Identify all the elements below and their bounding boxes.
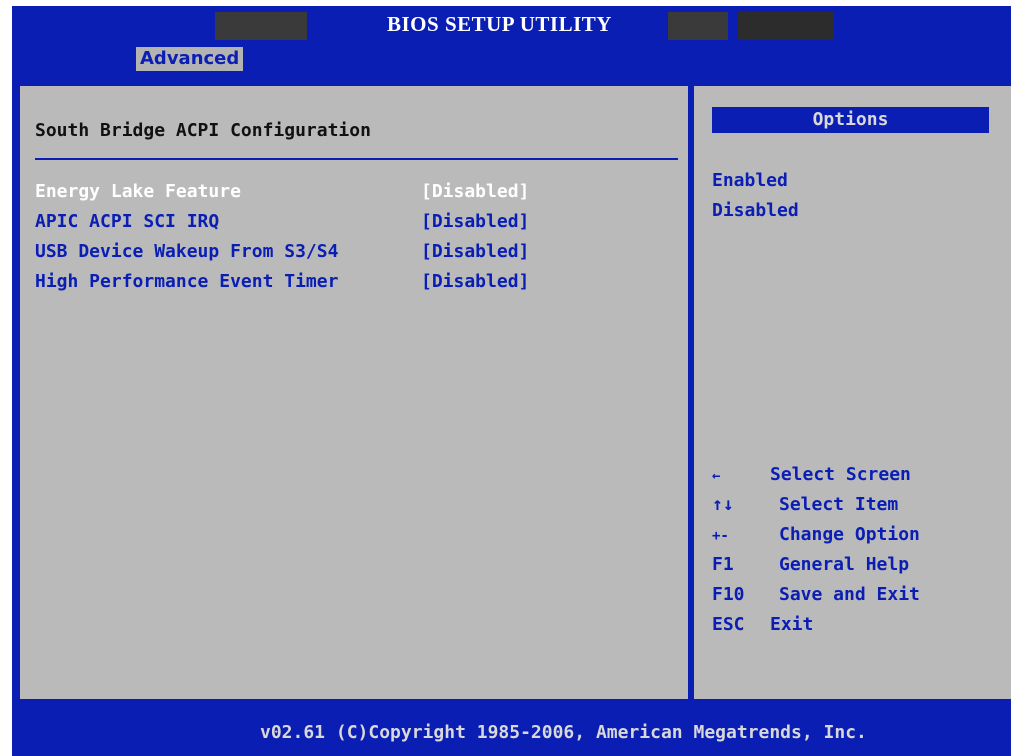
plus-minus-icon: +- bbox=[712, 528, 729, 544]
help-change-option: +- Change Option bbox=[712, 520, 920, 550]
help-save-exit: F10 Save and Exit bbox=[712, 580, 920, 610]
main-area: South Bridge ACPI Configuration Energy L… bbox=[12, 74, 1011, 714]
help-exit: ESC Exit bbox=[712, 610, 813, 640]
help-action: Select Screen bbox=[770, 464, 911, 485]
options-header: Options bbox=[712, 107, 989, 133]
help-action: Save and Exit bbox=[779, 584, 920, 605]
help-action: Select Item bbox=[779, 494, 899, 515]
tab-advanced[interactable]: Advanced bbox=[136, 47, 244, 71]
setting-value: [Disabled] bbox=[421, 181, 530, 202]
option-disabled: Disabled bbox=[712, 200, 799, 221]
section-divider bbox=[35, 158, 678, 160]
help-general-help: F1 General Help bbox=[712, 550, 909, 580]
help-key: ESC bbox=[712, 614, 745, 635]
help-key: F1 bbox=[712, 554, 734, 575]
help-key: F10 bbox=[712, 584, 745, 605]
setting-label: High Performance Event Timer bbox=[35, 271, 339, 292]
setting-label: USB Device Wakeup From S3/S4 bbox=[35, 241, 339, 262]
help-action: Exit bbox=[770, 614, 814, 635]
help-select-item: ↑↓ Select Item bbox=[712, 490, 898, 520]
window-title: BIOS SETUP UTILITY bbox=[387, 12, 612, 36]
help-panel: Options Enabled Disabled ← Select Screen … bbox=[694, 86, 1011, 699]
copyright-text: v02.61 (C)Copyright 1985-2006, American … bbox=[260, 722, 867, 743]
title-bar-block bbox=[668, 12, 728, 40]
help-action: Change Option bbox=[779, 524, 920, 545]
option-enabled: Enabled bbox=[712, 170, 788, 191]
setting-value: [Disabled] bbox=[421, 241, 530, 262]
setting-row-energy-lake[interactable]: Energy Lake Feature [Disabled] bbox=[35, 177, 529, 207]
title-bar-block bbox=[738, 12, 834, 40]
setting-value: [Disabled] bbox=[421, 211, 530, 232]
bios-screen: BIOS SETUP UTILITY Advanced South Bridge… bbox=[0, 0, 1011, 756]
setting-label: Energy Lake Feature bbox=[35, 181, 241, 202]
section-title: South Bridge ACPI Configuration bbox=[35, 120, 371, 141]
left-arrow-icon: ← bbox=[712, 468, 721, 484]
setting-row-apic-acpi-sci-irq[interactable]: APIC ACPI SCI IRQ [Disabled] bbox=[35, 207, 529, 237]
setting-row-usb-wakeup[interactable]: USB Device Wakeup From S3/S4 [Disabled] bbox=[35, 237, 529, 267]
footer-bar: v02.61 (C)Copyright 1985-2006, American … bbox=[12, 714, 1011, 756]
menu-bar: Advanced bbox=[12, 40, 1011, 74]
help-select-screen: ← Select Screen bbox=[712, 460, 911, 490]
title-bar: BIOS SETUP UTILITY bbox=[12, 6, 1011, 40]
setting-row-hpet[interactable]: High Performance Event Timer [Disabled] bbox=[35, 267, 529, 297]
title-bar-block bbox=[215, 12, 307, 40]
setting-value: [Disabled] bbox=[421, 271, 530, 292]
setting-label: APIC ACPI SCI IRQ bbox=[35, 211, 220, 232]
help-action: General Help bbox=[779, 554, 910, 575]
up-down-arrows-icon: ↑↓ bbox=[712, 494, 734, 515]
settings-panel: South Bridge ACPI Configuration Energy L… bbox=[20, 86, 688, 699]
